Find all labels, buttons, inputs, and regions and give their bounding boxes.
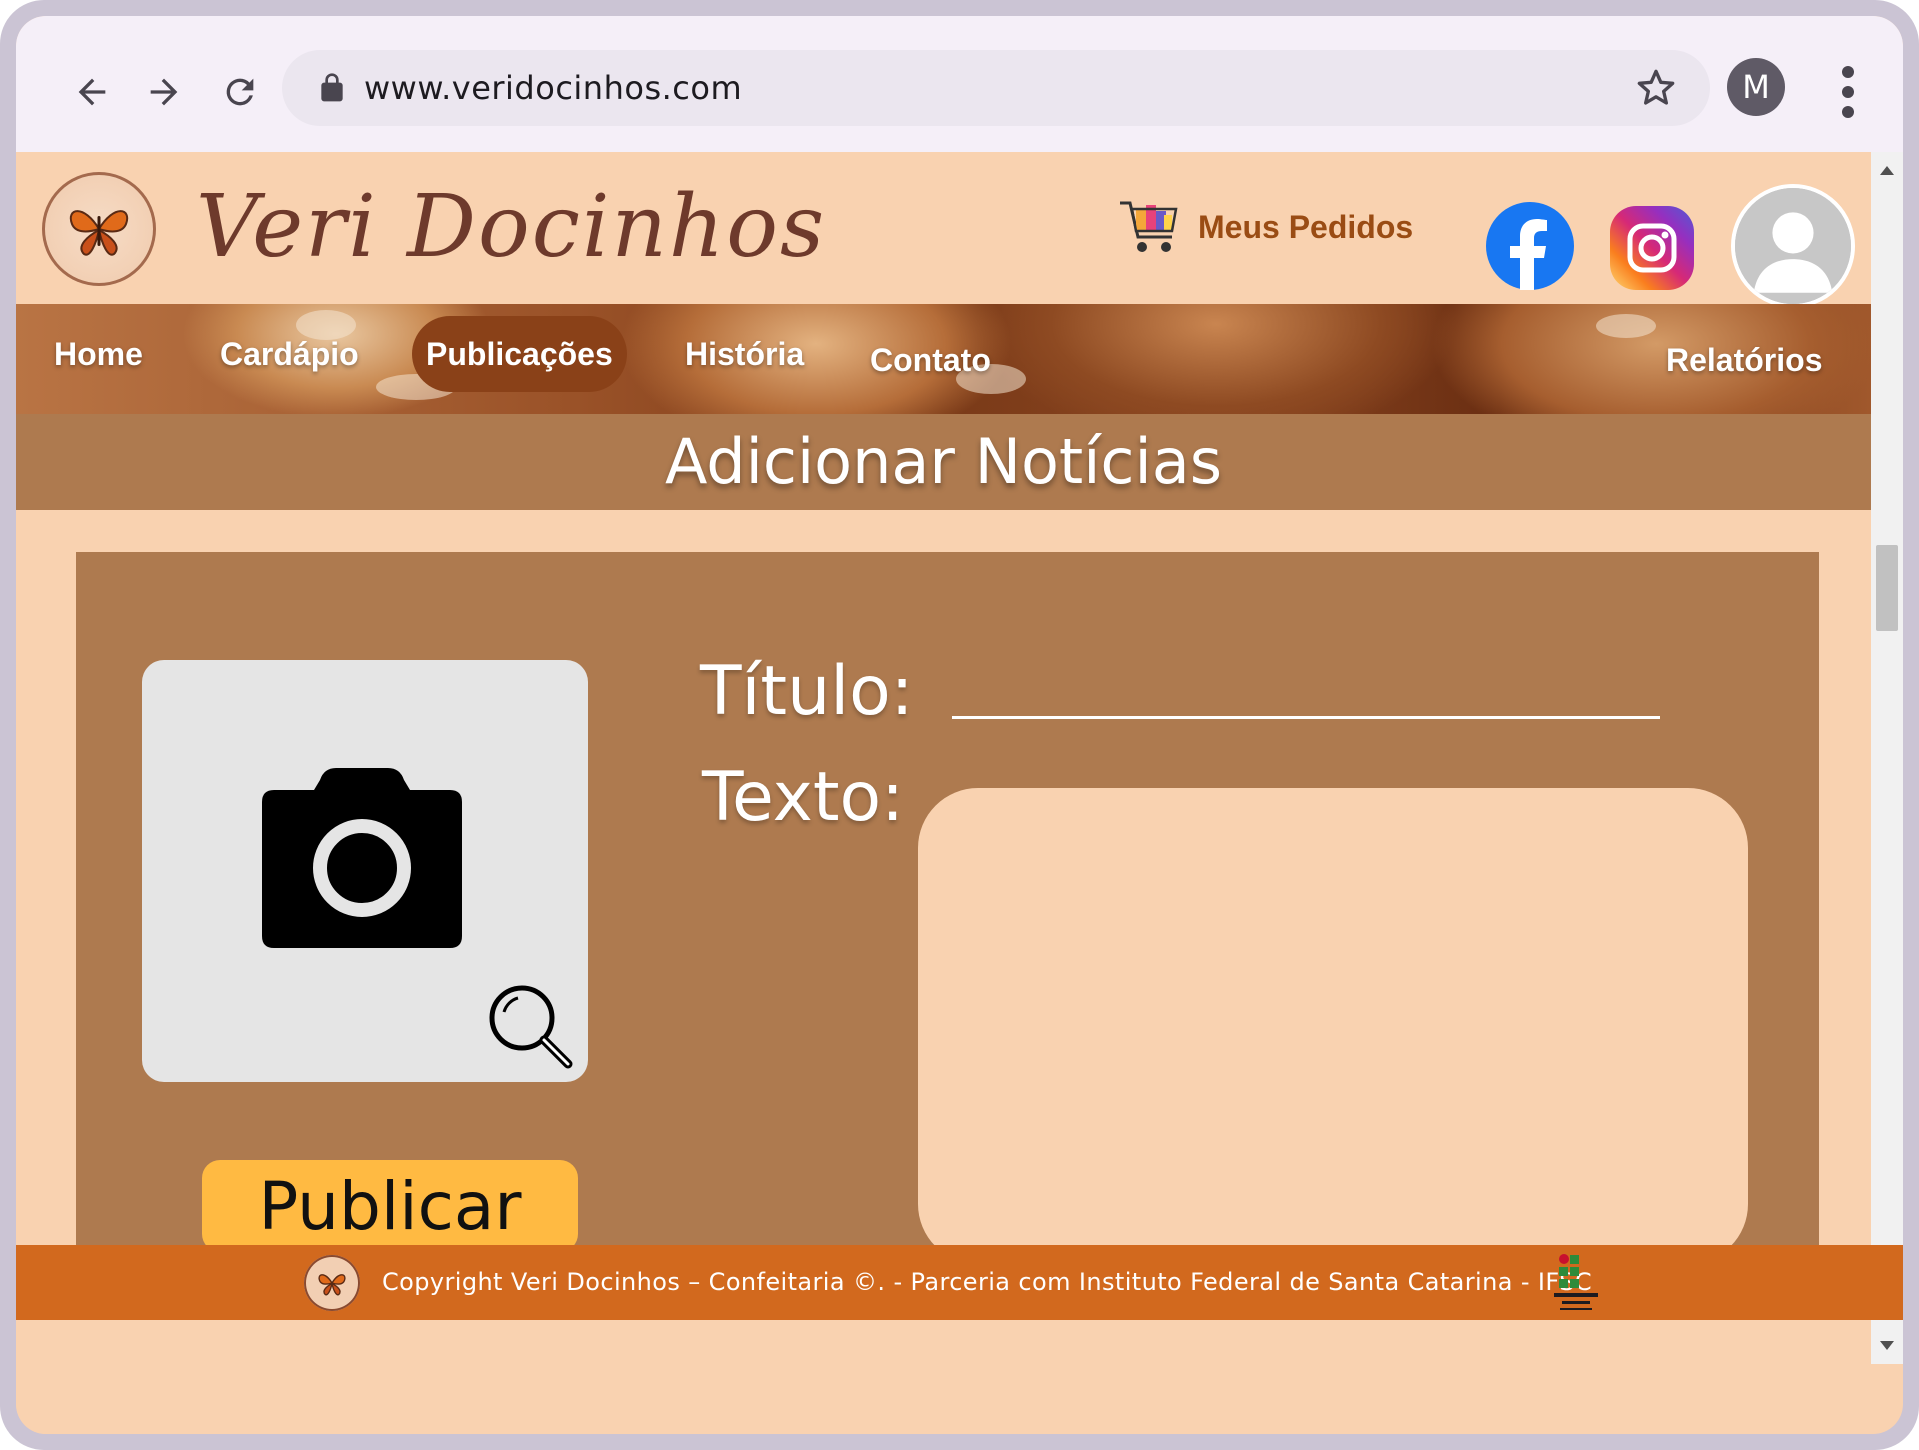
magnifier-icon[interactable] — [486, 982, 574, 1070]
forward-arrow-icon — [150, 78, 178, 106]
reload-button[interactable] — [212, 64, 268, 120]
camera-icon — [262, 768, 462, 948]
screen: www.veridocinhos.com M Veri Docinhos Meu… — [16, 16, 1903, 1434]
text-label: Texto: — [702, 758, 905, 837]
nav-publicacoes[interactable]: Publicações — [412, 316, 627, 392]
brand-name[interactable]: Veri Docinhos — [196, 172, 826, 282]
section-header: Adicionar Notícias — [16, 414, 1871, 510]
url-text[interactable]: www.veridocinhos.com — [364, 50, 742, 126]
title-label: Título: — [700, 652, 914, 731]
back-arrow-icon — [78, 78, 106, 106]
user-avatar[interactable] — [1731, 184, 1855, 308]
facebook-icon[interactable] — [1486, 202, 1574, 290]
back-button[interactable] — [64, 64, 120, 120]
decorative-crumb — [1596, 314, 1656, 338]
publish-button[interactable]: Publicar — [202, 1160, 578, 1252]
site-logo[interactable] — [42, 172, 156, 286]
nav-relatorios[interactable]: Relatórios — [1652, 322, 1836, 398]
kebab-menu-icon[interactable] — [1836, 64, 1860, 120]
site-footer: Copyright Veri Docinhos – Confeitaria ©.… — [16, 1245, 1903, 1320]
site-header: Veri Docinhos Meus Pedidos — [16, 152, 1871, 308]
nav-historia[interactable]: História — [671, 316, 818, 392]
user-avatar-icon — [1735, 188, 1851, 304]
text-input[interactable] — [918, 788, 1748, 1264]
profile-button[interactable]: M — [1727, 58, 1785, 116]
page-title: Adicionar Notícias — [664, 425, 1223, 498]
image-upload[interactable] — [142, 660, 588, 1082]
nav-contato[interactable]: Contato — [856, 322, 1005, 398]
lock-icon — [321, 73, 343, 102]
scroll-thumb[interactable] — [1876, 545, 1898, 631]
title-input[interactable] — [952, 716, 1660, 719]
star-icon[interactable] — [1636, 68, 1676, 108]
browser-toolbar: www.veridocinhos.com M — [16, 16, 1903, 152]
vertical-scrollbar[interactable] — [1871, 152, 1903, 1364]
instagram-icon[interactable] — [1610, 206, 1694, 290]
footer-logo — [304, 1255, 360, 1311]
news-form: Publicar Título: Texto: — [76, 552, 1819, 1318]
scroll-up-arrow[interactable] — [1880, 166, 1894, 175]
forward-button[interactable] — [136, 64, 192, 120]
nav-home[interactable]: Home — [40, 316, 157, 392]
main-navigation: Home Cardápio Publicações História Conta… — [16, 304, 1871, 414]
reload-icon — [226, 78, 254, 106]
butterfly-logo-icon — [69, 210, 129, 256]
address-bar[interactable]: www.veridocinhos.com — [282, 50, 1710, 126]
butterfly-logo-icon — [318, 1274, 346, 1296]
web-page: Veri Docinhos Meus Pedidos Home Cardápio… — [16, 152, 1871, 1434]
shopping-cart-icon — [1120, 201, 1178, 252]
nav-cardapio[interactable]: Cardápio — [206, 316, 373, 392]
my-orders-link[interactable]: Meus Pedidos — [1116, 192, 1413, 262]
device-frame: www.veridocinhos.com M Veri Docinhos Meu… — [0, 0, 1919, 1450]
my-orders-label[interactable]: Meus Pedidos — [1198, 209, 1413, 246]
ifsc-logo-icon — [1554, 1254, 1598, 1310]
scroll-down-arrow[interactable] — [1880, 1341, 1894, 1350]
footer-copyright: Copyright Veri Docinhos – Confeitaria ©.… — [382, 1268, 1592, 1296]
